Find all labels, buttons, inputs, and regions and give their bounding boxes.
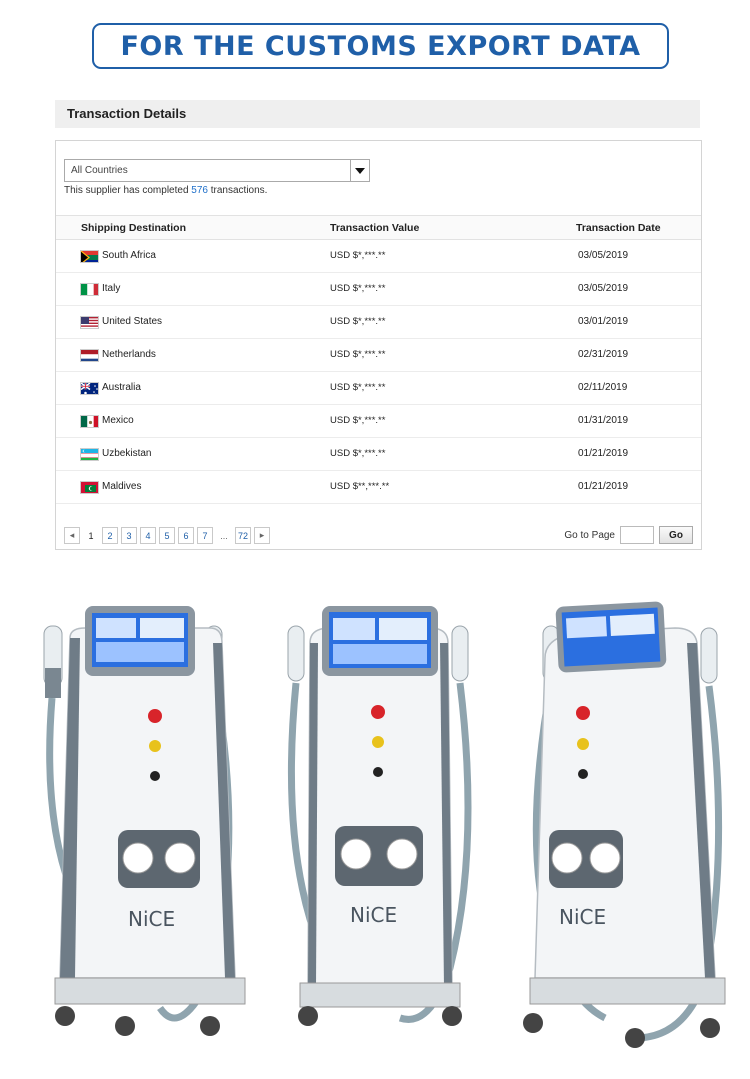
transaction-count: 576	[191, 185, 208, 196]
destination-cell: Italy	[102, 283, 121, 294]
date-cell: 02/11/2019	[578, 382, 628, 393]
column-header-destination: Shipping Destination	[81, 222, 186, 234]
transaction-table: South Africa USD $*,***.** 03/05/2019 It…	[56, 240, 701, 504]
machine-image-center: NiCE	[287, 606, 472, 1026]
page-7-button[interactable]: 7	[197, 527, 213, 544]
table-row: Uzbekistan USD $*,***.** 01/21/2019	[56, 438, 701, 471]
maldives-flag-icon	[80, 481, 99, 494]
panel-title: Transaction Details	[55, 100, 700, 128]
date-cell: 01/21/2019	[578, 481, 629, 492]
go-button[interactable]: Go	[659, 526, 693, 544]
uzbekistan-flag-icon	[80, 448, 99, 461]
date-cell: 01/31/2019	[578, 415, 629, 426]
table-header: Shipping Destination Transaction Value T…	[56, 215, 701, 240]
table-row: United States USD $*,***.** 03/01/2019	[56, 306, 701, 339]
mexico-flag-icon	[80, 415, 99, 428]
value-cell: USD $*,***.**	[330, 382, 386, 393]
table-row: Maldives USD $**,***.** 01/21/2019	[56, 471, 701, 504]
netherlands-flag-icon	[80, 349, 99, 362]
destination-cell: Maldives	[102, 481, 142, 492]
column-header-value: Transaction Value	[330, 222, 420, 234]
column-header-date: Transaction Date	[576, 222, 661, 234]
page-6-button[interactable]: 6	[178, 527, 194, 544]
australia-flag-icon	[80, 382, 99, 395]
goto-page-input[interactable]	[620, 526, 654, 544]
country-select-value: All Countries	[71, 165, 128, 176]
goto-page-label: Go to Page	[564, 529, 615, 541]
machine-image-right: NiCE	[523, 601, 726, 1048]
pagination: ◂ 1 2 3 4 5 6 7 ... 72 ▸	[64, 527, 271, 544]
table-row: Netherlands USD $*,***.** 02/31/2019	[56, 339, 701, 372]
value-cell: USD $*,***.**	[330, 250, 386, 261]
date-cell: 02/31/2019	[578, 349, 629, 360]
machine-image-left: NiCE	[43, 606, 246, 1036]
destination-cell: Netherlands	[102, 349, 156, 360]
country-select[interactable]: All Countries	[64, 159, 370, 182]
date-cell: 03/05/2019	[578, 250, 629, 261]
page-5-button[interactable]: 5	[159, 527, 175, 544]
destination-cell: United States	[102, 316, 163, 327]
destination-cell: Mexico	[102, 415, 134, 426]
next-page-button[interactable]: ▸	[254, 527, 271, 544]
last-page-button[interactable]: 72	[235, 527, 252, 544]
page-2-button[interactable]: 2	[102, 527, 118, 544]
pagination-ellipsis: ...	[216, 527, 232, 544]
brand-logo: NiCE	[559, 905, 606, 929]
united-states-flag-icon	[80, 316, 99, 329]
table-row: Mexico USD $*,***.** 01/31/2019	[56, 405, 701, 438]
date-cell: 03/05/2019	[578, 283, 629, 294]
page-4-button[interactable]: 4	[140, 527, 156, 544]
value-cell: USD $**,***.**	[330, 481, 390, 492]
value-cell: USD $*,***.**	[330, 448, 386, 459]
date-cell: 01/21/2019	[578, 448, 629, 459]
transaction-panel: All Countries This supplier has complete…	[55, 140, 702, 550]
value-cell: USD $*,***.**	[330, 283, 386, 294]
date-cell: 03/01/2019	[578, 316, 629, 327]
page-1-current: 1	[83, 527, 99, 544]
table-row: South Africa USD $*,***.** 03/05/2019	[56, 240, 701, 273]
table-row: Italy USD $*,***.** 03/05/2019	[56, 273, 701, 306]
value-cell: USD $*,***.**	[330, 415, 386, 426]
destination-cell: Uzbekistan	[102, 448, 152, 459]
transaction-summary: This supplier has completed 576 transact…	[64, 185, 268, 196]
italy-flag-icon	[80, 283, 99, 296]
dropdown-arrow-icon[interactable]	[350, 160, 369, 181]
brand-logo: NiCE	[350, 903, 397, 927]
prev-page-button[interactable]: ◂	[64, 527, 80, 544]
value-cell: USD $*,***.**	[330, 316, 386, 327]
value-cell: USD $*,***.**	[330, 349, 386, 360]
south-africa-flag-icon	[80, 250, 99, 263]
banner-title: FOR THE CUSTOMS EXPORT DATA	[120, 30, 641, 62]
brand-logo: NiCE	[128, 907, 175, 931]
goto-page: Go to Page Go	[564, 526, 693, 544]
page-3-button[interactable]: 3	[121, 527, 137, 544]
destination-cell: South Africa	[102, 250, 156, 261]
destination-cell: Australia	[102, 382, 141, 393]
title-banner: FOR THE CUSTOMS EXPORT DATA	[92, 23, 669, 69]
table-row: Australia USD $*,***.** 02/11/2019	[56, 372, 701, 405]
